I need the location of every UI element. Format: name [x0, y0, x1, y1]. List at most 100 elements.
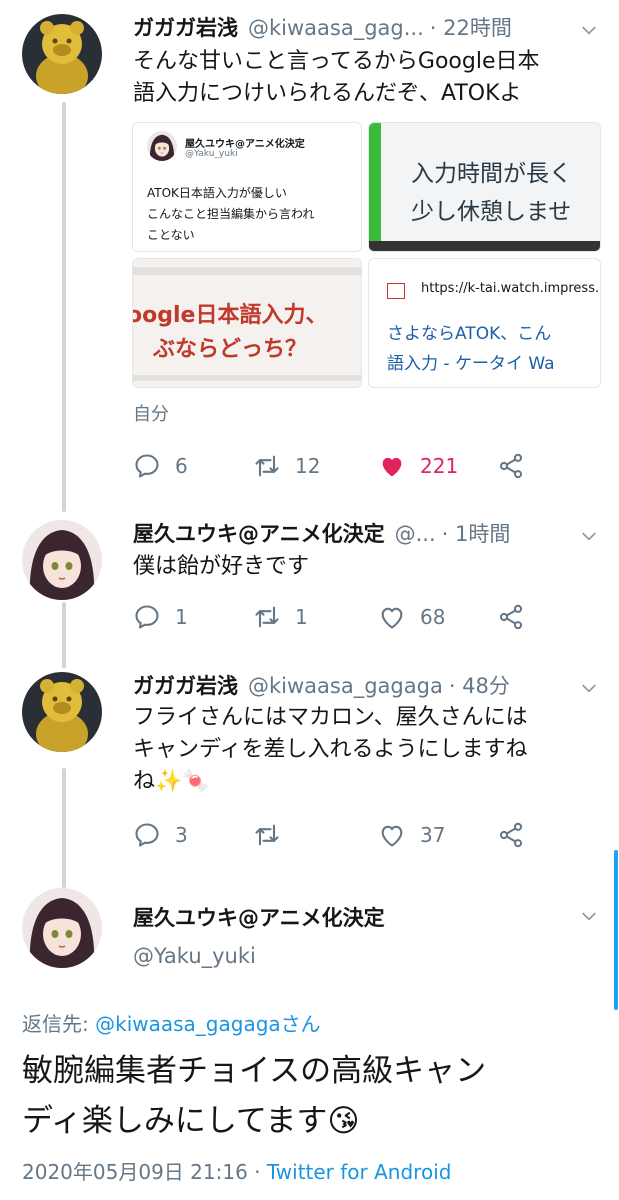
user-handle[interactable]: @kiwaasa_gag... [248, 16, 424, 40]
meta-line: 2020年05月09日 21:16 · Twitter for Android [22, 1156, 451, 1185]
timestamp[interactable]: · 22時間 [430, 12, 512, 42]
screen-line: 少し休憩しませ [411, 199, 572, 225]
tweet-text-line: そんな甘いこと言ってるからGoogle日本 [133, 49, 540, 74]
retweet-button[interactable]: 12 [253, 450, 320, 482]
reply-to-prefix: 返信先: [22, 1012, 96, 1036]
quote-handle: @Yaku_yuki [185, 149, 238, 159]
share-icon [497, 603, 525, 631]
tweet-source[interactable]: Twitter for Android [267, 1160, 452, 1184]
focused-tweet-text: 敏腕編集者チョイスの高級キャン ディ楽しみにしてます😘 [22, 1046, 486, 1146]
action-bar: 3 37 [133, 819, 553, 851]
link-title: さよならATOK、こん 語入力 - ケータイ Wa [387, 319, 555, 379]
avatar-image [22, 888, 102, 968]
screen-green-bar [369, 123, 381, 251]
action-bar: 6 12 221 [133, 450, 553, 482]
link-title-line: さよならATOK、こん [387, 324, 552, 344]
quote-line: ATOK日本語入力が優しい [147, 186, 287, 200]
timestamp[interactable]: · 1時間 [442, 518, 511, 548]
tweet-text-line: 語入力につけいられるんだぞ、ATOKよ [133, 81, 522, 106]
like-count: 221 [420, 454, 459, 478]
reply-to-line: 返信先: @kiwaasa_gagagaさん [22, 1008, 321, 1037]
focused-text-line: 敏腕編集者チョイスの高級キャン [22, 1053, 487, 1089]
meta-separator: · [247, 1160, 267, 1184]
media-screen-photo[interactable]: 入力時間が長く 少し休憩しませ [368, 122, 601, 252]
banner-bottom-stripe [133, 375, 361, 381]
like-icon [378, 603, 406, 631]
like-button[interactable]: 68 [378, 601, 445, 633]
display-name[interactable]: ガガガ岩浅 [133, 670, 238, 700]
avatar[interactable] [22, 520, 102, 600]
retweet-icon [253, 821, 281, 849]
action-bar: 1 1 68 [133, 601, 553, 633]
user-handle[interactable]: @... [395, 522, 436, 546]
label-self: 自分 [133, 404, 169, 425]
reply-icon [133, 603, 161, 631]
media-link-card[interactable]: https://k-tai.watch.impress. さよならATOK、こん… [368, 258, 601, 388]
chevron-down-icon[interactable] [579, 526, 599, 546]
banner-line: oogle日本語入力、 [132, 303, 328, 328]
tweet-text-line: フライさんにはマカロン、屋久さんには [133, 705, 528, 730]
retweet-count: 12 [295, 454, 321, 478]
media-banner-image[interactable]: oogle日本語入力、 ぶならどっち？ [132, 258, 362, 388]
like-icon [378, 821, 406, 849]
media-grid: 屋久ユウキ@アニメ化決定 @Yaku_yuki ATOK日本語入力が優しい こん… [132, 122, 601, 388]
screen-line: 入力時間が長く [411, 161, 572, 187]
quote-text: ATOK日本語入力が優しい こんなこと担当編集から言われ ことない [147, 183, 314, 246]
screen-bottom-bar [369, 241, 600, 251]
banner-line: ぶならどっち？ [153, 337, 308, 362]
chevron-down-icon[interactable] [579, 20, 599, 40]
avatar [147, 131, 177, 161]
tweet-date[interactable]: 2020年05月09日 21:16 [22, 1160, 248, 1184]
media-quote-image[interactable]: 屋久ユウキ@アニメ化決定 @Yaku_yuki ATOK日本語入力が優しい こん… [132, 122, 362, 252]
retweet-count: 1 [295, 605, 308, 629]
chevron-down-icon[interactable] [579, 678, 599, 698]
reply-button[interactable]: 6 [133, 450, 188, 482]
reply-button[interactable]: 1 [133, 601, 188, 633]
display-name[interactable]: 屋久ユウキ@アニメ化決定 [133, 518, 385, 548]
share-icon [497, 821, 525, 849]
share-button[interactable] [497, 450, 525, 482]
reply-to-link[interactable]: @kiwaasa_gagagaさん [95, 1012, 321, 1036]
reply-count: 6 [175, 454, 188, 478]
retweet-icon [253, 603, 281, 631]
user-handle[interactable]: @Yaku_yuki [133, 944, 256, 968]
site-favicon [387, 283, 405, 299]
quote-name: 屋久ユウキ@アニメ化決定 [185, 139, 305, 150]
thread-line [62, 768, 66, 888]
reply-count: 1 [175, 605, 188, 629]
scrollbar[interactable] [614, 850, 618, 1010]
like-count: 68 [420, 605, 446, 629]
reply-button[interactable]: 3 [133, 819, 188, 851]
like-button[interactable]: 221 [378, 450, 458, 482]
quote-line: ことない [147, 228, 195, 242]
link-title-line: 語入力 - ケータイ Wa [387, 354, 555, 374]
thread-line [62, 102, 66, 512]
user-handle[interactable]: @kiwaasa_gagaga [248, 674, 443, 698]
like-button[interactable]: 37 [378, 819, 445, 851]
chevron-down-icon[interactable] [579, 906, 599, 926]
tweet-text: フライさんにはマカロン、屋久さんには キャンディを差し入れるようにしますね ね✨… [133, 702, 599, 798]
retweet-button[interactable] [253, 819, 295, 851]
display-name[interactable]: ガガガ岩浅 [133, 12, 238, 42]
banner-top-stripe [133, 267, 361, 275]
thread-line [62, 602, 66, 668]
reply-icon [133, 821, 161, 849]
like-icon [378, 452, 406, 480]
avatar[interactable] [22, 672, 102, 752]
share-icon [497, 452, 525, 480]
quote-line: こんなこと担当編集から言われ [147, 207, 315, 221]
tweet-text: 僕は飴が好きです [133, 551, 599, 583]
avatar[interactable] [22, 888, 102, 968]
avatar[interactable] [22, 14, 102, 94]
focused-text-line: ディ楽しみにしてます😘 [22, 1103, 360, 1139]
retweet-button[interactable]: 1 [253, 601, 308, 633]
timestamp[interactable]: · 48分 [449, 670, 510, 700]
link-url: https://k-tai.watch.impress. [421, 281, 600, 296]
retweet-icon [253, 452, 281, 480]
like-count: 37 [420, 823, 446, 847]
banner-text: oogle日本語入力、 ぶならどっち？ [132, 299, 328, 367]
display-name[interactable]: 屋久ユウキ@アニメ化決定 [133, 902, 385, 932]
share-button[interactable] [497, 819, 525, 851]
share-button[interactable] [497, 601, 525, 633]
reply-count: 3 [175, 823, 188, 847]
